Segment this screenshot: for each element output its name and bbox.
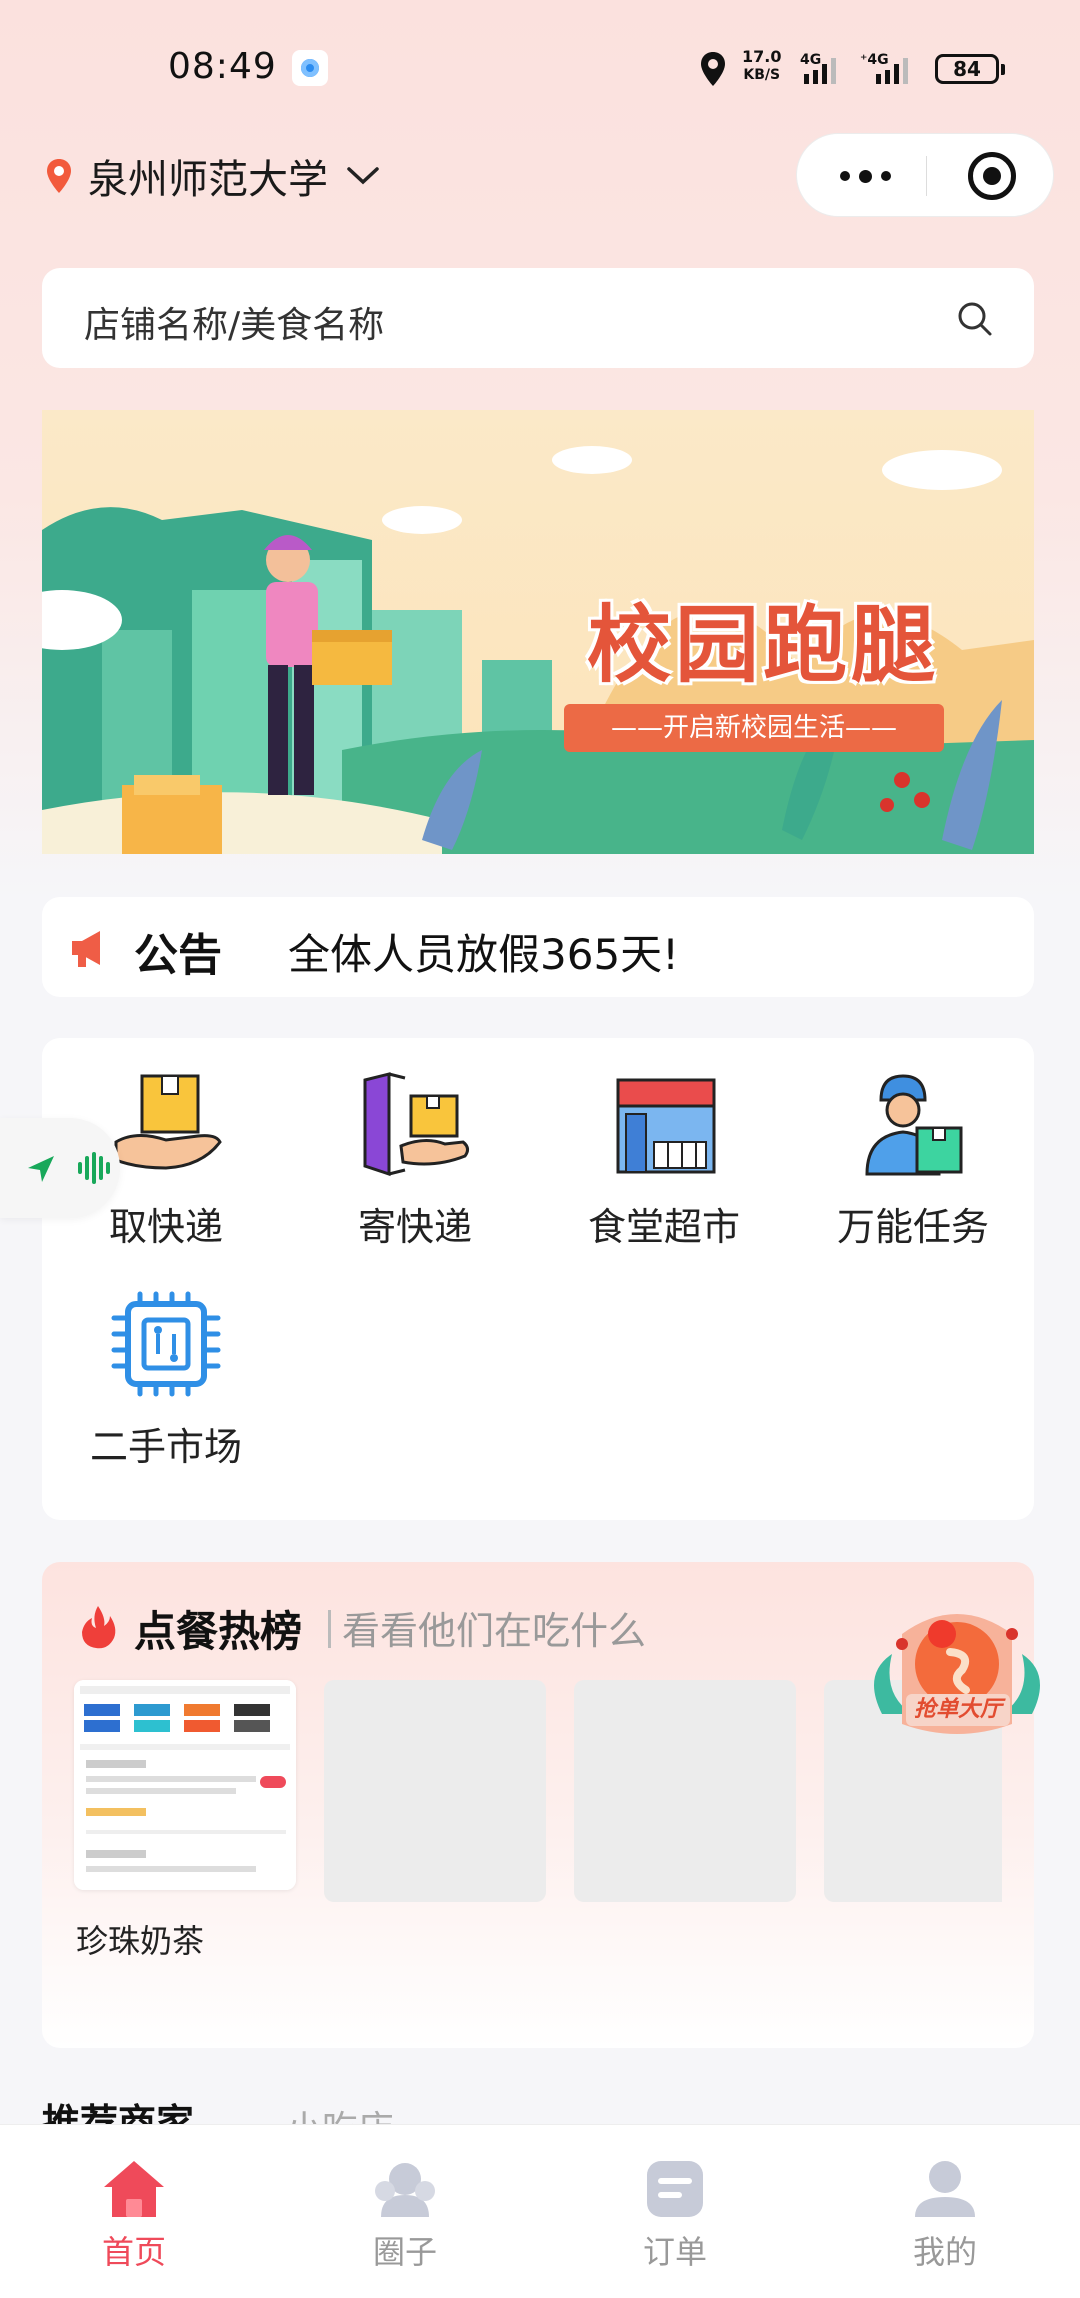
service-canteen-store[interactable]: 食堂超市 bbox=[564, 1070, 764, 1251]
status-bar: 08:49 17.0 KB/S 4G ⁺4G 84 bbox=[0, 0, 1080, 130]
tab-label: 订单 bbox=[642, 2233, 707, 2271]
hot-item-placeholder[interactable] bbox=[574, 1680, 796, 1902]
notice-bar[interactable]: 公告 全体人员放假365天! bbox=[42, 897, 1034, 997]
search-placeholder: 店铺名称/美食名称 bbox=[84, 305, 385, 346]
tab-home[interactable]: 首页 bbox=[64, 2157, 204, 2273]
canteen-store-icon bbox=[616, 1078, 716, 1174]
fire-icon bbox=[82, 1606, 116, 1649]
tab-profile[interactable]: 我的 bbox=[875, 2157, 1015, 2273]
service-courier-task[interactable]: 万能任务 bbox=[813, 1070, 1013, 1251]
voice-wave-icon bbox=[78, 1152, 110, 1184]
pickup-package-icon bbox=[114, 1074, 222, 1170]
hot-item-thumbnail bbox=[74, 1680, 296, 1890]
miniprogram-capsule bbox=[796, 133, 1054, 217]
navigation-arrow-icon bbox=[28, 1156, 54, 1182]
tab-label: 我的 bbox=[912, 2233, 977, 2271]
signal-4g-icon: 4G bbox=[800, 52, 836, 84]
grab-order-hall-button[interactable]: 抢单大厅 bbox=[862, 1594, 1052, 1744]
service-send-package[interactable]: 寄快递 bbox=[315, 1070, 515, 1251]
net-speed-unit: KB/S bbox=[743, 67, 781, 83]
service-grid: 取快递 寄快递 食堂超市 万能任务 二手市场 bbox=[42, 1038, 1034, 1520]
status-app-icon bbox=[292, 50, 328, 86]
promo-banner[interactable]: 校园跑腿 ——开启新校园生活—— bbox=[42, 410, 1034, 854]
title-divider bbox=[328, 1610, 331, 1648]
bottom-tab-bar: 首页 圈子 订单 我的 bbox=[0, 2124, 1080, 2298]
signal-4g-icon-2: ⁺4G bbox=[860, 52, 908, 84]
notice-text: 全体人员放假365天! bbox=[288, 930, 680, 979]
location-pin-icon bbox=[47, 159, 71, 193]
profile-icon bbox=[915, 2161, 975, 2217]
status-time: 08:49 bbox=[168, 46, 277, 87]
hot-item-card[interactable] bbox=[74, 1680, 296, 1890]
svg-text:⁺4G: ⁺4G bbox=[860, 52, 889, 68]
floating-voice-widget[interactable] bbox=[0, 1118, 120, 1218]
hot-list-subtitle: 看看他们在吃什么 bbox=[342, 1609, 647, 1653]
tab-label: 圈子 bbox=[372, 2233, 437, 2271]
grab-order-label: 抢单大厅 bbox=[906, 1694, 1010, 1726]
chevron-down-icon bbox=[347, 167, 379, 185]
service-second-hand-market[interactable]: 二手市场 bbox=[66, 1290, 266, 1471]
net-speed-value: 17.0 bbox=[742, 47, 782, 66]
tab-label: 首页 bbox=[101, 2233, 166, 2271]
order-icon bbox=[647, 2161, 703, 2217]
megaphone-icon bbox=[72, 931, 100, 967]
search-icon[interactable] bbox=[956, 300, 994, 338]
location-selector[interactable]: 泉州师范大学 bbox=[44, 148, 380, 204]
send-package-icon bbox=[363, 1072, 470, 1177]
close-miniprogram-button[interactable] bbox=[968, 152, 1016, 200]
hot-item-name: 珍珠奶茶 bbox=[76, 1922, 205, 1960]
location-name: 泉州师范大学 bbox=[88, 157, 328, 203]
banner-subtitle: ——开启新校园生活—— bbox=[564, 704, 944, 752]
hot-list-title: 点餐热榜 bbox=[134, 1607, 303, 1656]
home-icon bbox=[104, 2161, 164, 2217]
battery-indicator: 84 bbox=[935, 54, 1005, 84]
service-label: 寄快递 bbox=[357, 1205, 472, 1249]
svg-text:4G: 4G bbox=[800, 52, 821, 68]
courier-task-icon bbox=[865, 1074, 963, 1176]
service-label: 食堂超市 bbox=[587, 1205, 740, 1249]
net-speed: 17.0 KB/S bbox=[742, 48, 781, 84]
service-label: 万能任务 bbox=[836, 1205, 989, 1249]
hot-item-placeholder[interactable] bbox=[324, 1680, 546, 1902]
community-icon bbox=[375, 2163, 435, 2217]
location-pin-icon bbox=[701, 52, 725, 86]
chip-market-icon bbox=[111, 1291, 221, 1397]
tab-orders[interactable]: 订单 bbox=[605, 2157, 745, 2273]
service-label: 二手市场 bbox=[89, 1425, 242, 1469]
capsule-divider bbox=[926, 156, 927, 196]
search-input[interactable]: 店铺名称/美食名称 bbox=[42, 268, 1034, 368]
tab-community[interactable]: 圈子 bbox=[335, 2157, 475, 2273]
notice-tag: 公告 bbox=[134, 919, 224, 983]
more-options-button[interactable] bbox=[835, 164, 895, 188]
banner-title: 校园跑腿 bbox=[587, 595, 940, 694]
